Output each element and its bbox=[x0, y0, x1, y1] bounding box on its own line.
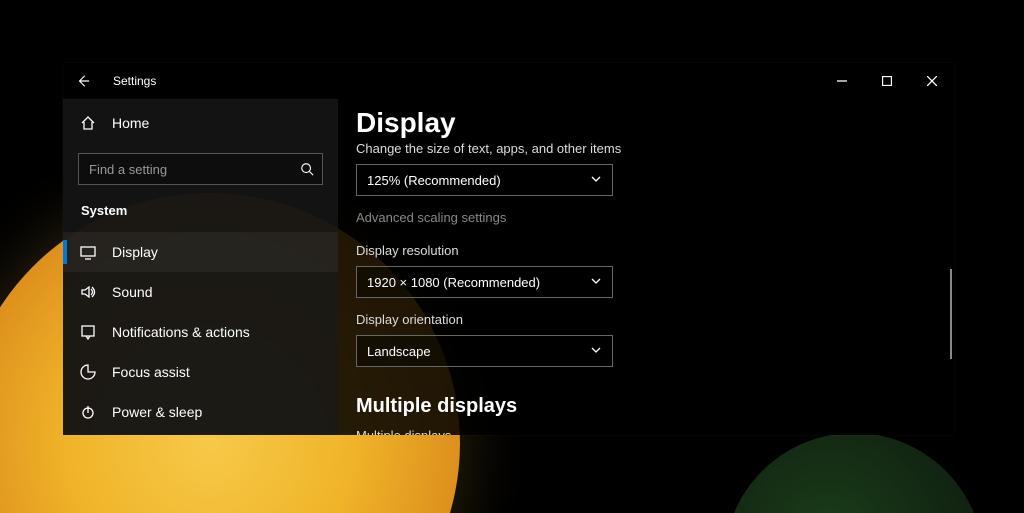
titlebar: Settings bbox=[63, 63, 954, 99]
sidebar-item-power-sleep[interactable]: Power & sleep bbox=[63, 392, 338, 432]
multiple-displays-header: Multiple displays bbox=[356, 395, 954, 418]
sidebar-item-label: Sound bbox=[112, 284, 152, 300]
resolution-label: Display resolution bbox=[356, 243, 954, 258]
multi-label: Multiple displays bbox=[356, 428, 954, 435]
sidebar-item-label: Focus assist bbox=[112, 364, 190, 380]
scale-dropdown[interactable]: 125% (Recommended) bbox=[356, 164, 613, 196]
power-icon bbox=[78, 404, 98, 420]
sidebar-item-sound[interactable]: Sound bbox=[63, 272, 338, 312]
arrow-left-icon bbox=[76, 74, 90, 88]
resolution-dropdown[interactable]: 1920 × 1080 (Recommended) bbox=[356, 266, 613, 298]
scale-label: Change the size of text, apps, and other… bbox=[356, 141, 954, 156]
page-title: Display bbox=[356, 107, 954, 139]
sidebar-item-label: Notifications & actions bbox=[112, 324, 250, 340]
orientation-label: Display orientation bbox=[356, 312, 954, 327]
back-button[interactable] bbox=[63, 63, 103, 99]
settings-window: Settings Home bbox=[63, 63, 954, 435]
maximize-icon bbox=[882, 76, 892, 86]
minimize-icon bbox=[837, 76, 847, 86]
scale-value: 125% (Recommended) bbox=[367, 173, 501, 188]
notifications-icon bbox=[78, 324, 98, 340]
window-body: Home System Display bbox=[63, 99, 954, 435]
maximize-button[interactable] bbox=[864, 63, 909, 99]
wallpaper-leaf bbox=[724, 433, 984, 513]
focus-assist-icon bbox=[78, 364, 98, 380]
sidebar-item-label: Power & sleep bbox=[112, 404, 202, 420]
window-title: Settings bbox=[113, 74, 156, 88]
close-button[interactable] bbox=[909, 63, 954, 99]
search-input-container[interactable] bbox=[78, 153, 323, 185]
display-icon bbox=[78, 244, 98, 260]
home-label: Home bbox=[112, 115, 149, 131]
sidebar-item-display[interactable]: Display bbox=[63, 232, 338, 272]
chevron-down-icon bbox=[590, 344, 602, 359]
sidebar-item-notifications[interactable]: Notifications & actions bbox=[63, 312, 338, 352]
desktop-background: Settings Home bbox=[0, 0, 1024, 513]
home-nav[interactable]: Home bbox=[63, 103, 338, 143]
search-input[interactable] bbox=[87, 161, 300, 178]
category-header: System bbox=[81, 203, 338, 218]
sidebar-item-label: Display bbox=[112, 244, 158, 260]
chevron-down-icon bbox=[590, 173, 602, 188]
sidebar: Home System Display bbox=[63, 99, 338, 435]
sound-icon bbox=[78, 284, 98, 300]
close-icon bbox=[927, 76, 937, 86]
orientation-dropdown[interactable]: Landscape bbox=[356, 335, 613, 367]
chevron-down-icon bbox=[590, 275, 602, 290]
orientation-value: Landscape bbox=[367, 344, 431, 359]
advanced-scaling-link[interactable]: Advanced scaling settings bbox=[356, 210, 954, 225]
home-icon bbox=[78, 115, 98, 131]
window-controls bbox=[819, 63, 954, 99]
resolution-value: 1920 × 1080 (Recommended) bbox=[367, 275, 540, 290]
content-pane: Display Change the size of text, apps, a… bbox=[338, 99, 954, 435]
scrollbar[interactable] bbox=[950, 269, 952, 359]
search-icon bbox=[300, 162, 314, 176]
minimize-button[interactable] bbox=[819, 63, 864, 99]
sidebar-item-focus-assist[interactable]: Focus assist bbox=[63, 352, 338, 392]
